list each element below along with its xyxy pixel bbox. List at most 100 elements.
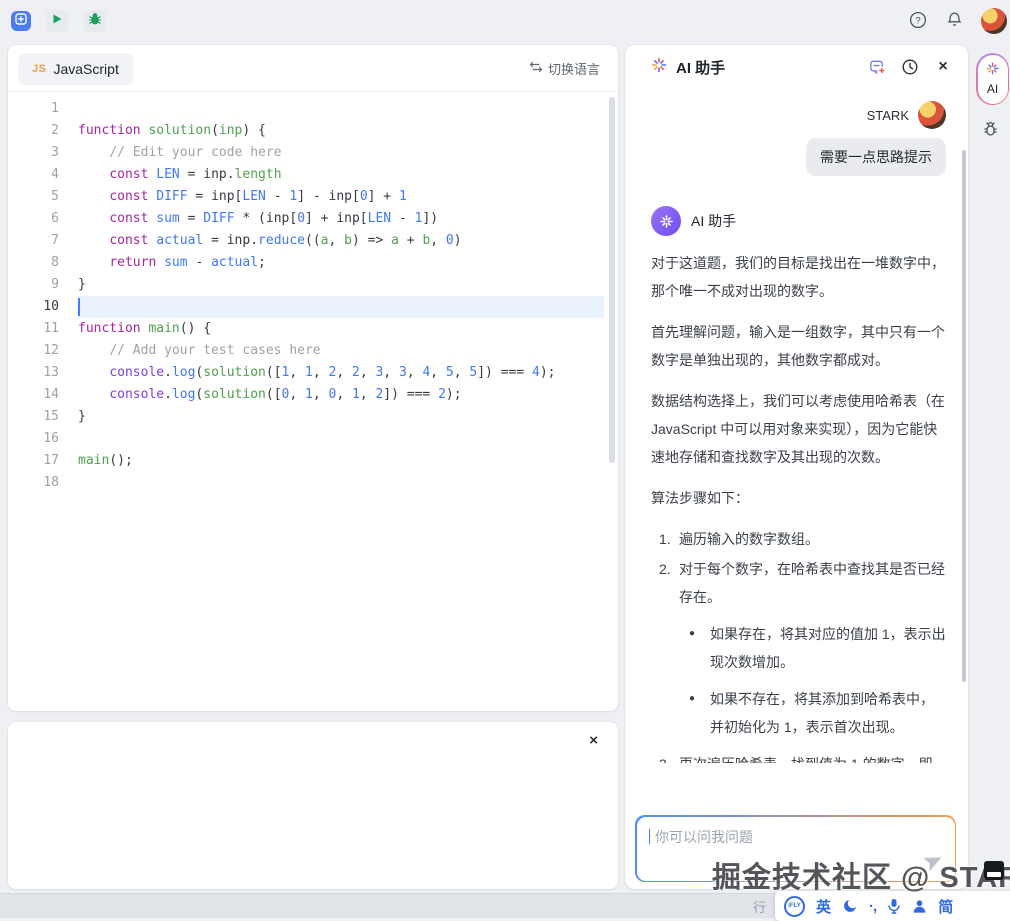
code-line[interactable]: 2function solution(inp) {: [8, 120, 618, 142]
line-number[interactable]: 18: [8, 472, 59, 494]
line-number[interactable]: 10: [8, 296, 59, 318]
ai-name: AI 助手: [691, 211, 736, 231]
screen-capture-icon[interactable]: [984, 861, 1004, 880]
code-line[interactable]: 1: [8, 98, 618, 120]
new-chat-icon[interactable]: [868, 58, 886, 76]
line-number[interactable]: 1: [8, 98, 59, 120]
ai-ordered-list: 1.遍历输入的数字数组。2.对于每个数字，在哈希表中查找其是否已经存在。●如果存…: [651, 525, 946, 763]
ifly-logo-icon[interactable]: iFLY: [784, 896, 805, 917]
tab-javascript[interactable]: JS JavaScript: [18, 53, 133, 85]
code-line[interactable]: 13 console.log(solution([1, 1, 2, 2, 3, …: [8, 362, 618, 384]
line-number[interactable]: 4: [8, 164, 59, 186]
user-icon[interactable]: [912, 899, 927, 914]
chat-input-placeholder: 你可以问我问题: [655, 829, 753, 845]
code-content: const actual = inp.reduce((a, b) => a + …: [78, 230, 604, 252]
line-number[interactable]: 13: [8, 362, 59, 384]
line-number[interactable]: 16: [8, 428, 59, 450]
code-line[interactable]: 18: [8, 472, 618, 494]
code-line[interactable]: 8 return sum - actual;: [8, 252, 618, 274]
ai-blocks: 对于这道题，我们的目标是找出在一堆数字中，那个唯一不成对出现的数字。首先理解问题…: [651, 249, 946, 763]
ai-paragraph: 算法步骤如下：: [651, 484, 946, 512]
grid-menu-icon[interactable]: [964, 897, 982, 915]
code-line[interactable]: 3 // Edit your code here: [8, 142, 618, 164]
code-content: }: [78, 406, 604, 428]
code-line[interactable]: 15}: [8, 406, 618, 428]
code-content: [78, 296, 604, 318]
code-line[interactable]: 14 console.log(solution([0, 1, 0, 1, 2])…: [8, 384, 618, 406]
tab-label: JavaScript: [53, 61, 118, 77]
code-content: console.log(solution([0, 1, 0, 1, 2]) ==…: [78, 384, 604, 406]
ai-paragraph: 数据结构选择上，我们可以考虑使用哈希表（在 JavaScript 中可以用对象来…: [651, 387, 946, 471]
chat-area: STARK 需要一点思路提示 AI 助手 对于这道题，我们的目标是找出在一堆数字…: [625, 89, 962, 763]
code-editor-panel: JS JavaScript 切换语言 12function solution(i…: [8, 45, 618, 711]
code-line[interactable]: 12 // Add your test cases here: [8, 340, 618, 362]
code-line[interactable]: 17main();: [8, 450, 618, 472]
line-number[interactable]: 2: [8, 120, 59, 142]
play-icon: [51, 12, 63, 30]
user-message-avatar[interactable]: [918, 101, 946, 129]
help-button[interactable]: ?: [908, 12, 928, 32]
code-content: // Edit your code here: [78, 142, 604, 164]
switch-language-button[interactable]: 切换语言: [529, 59, 600, 78]
user-avatar[interactable]: [981, 8, 1007, 34]
notifications-button[interactable]: [944, 12, 964, 32]
ai-panel-header: AI 助手 ×: [625, 45, 968, 89]
ai-avatar: [651, 206, 681, 236]
code-line[interactable]: 11 function main() {: [8, 318, 618, 340]
punctuation-icon[interactable]: ·,: [869, 898, 876, 915]
line-number[interactable]: 3: [8, 142, 59, 164]
ai-paragraph: 对于这道题，我们的目标是找出在一堆数字中，那个唯一不成对出现的数字。: [651, 249, 946, 305]
english-mode-icon[interactable]: 英: [816, 896, 831, 917]
run-button[interactable]: [46, 10, 68, 32]
code-line[interactable]: 7 const actual = inp.reduce((a, b) => a …: [8, 230, 618, 252]
code-line[interactable]: 5 const DIFF = inp[LEN - 1] - inp[0] + 1: [8, 186, 618, 208]
editor-vertical-scrollbar[interactable]: [609, 97, 615, 463]
question-icon: ?: [909, 11, 927, 34]
ai-assistant-rail-button[interactable]: AI: [976, 53, 1009, 105]
microphone-icon[interactable]: [887, 898, 901, 914]
text-cursor: [78, 298, 80, 316]
code-line[interactable]: 10: [8, 296, 618, 318]
watermark: 掘金技术社区 @ STARK: [712, 854, 1010, 896]
code-line[interactable]: 6 const sum = DIFF * (inp[0] + inp[LEN -…: [8, 208, 618, 230]
code-line[interactable]: 16: [8, 428, 618, 450]
line-number[interactable]: 7: [8, 230, 59, 252]
line-number[interactable]: 12: [8, 340, 59, 362]
list-sub-item: ●如果存在，将其对应的值加 1，表示出现次数增加。: [651, 620, 946, 676]
sparkle-icon: [651, 57, 667, 78]
debug-button[interactable]: [84, 10, 106, 32]
code-content: function main() {: [78, 318, 604, 340]
code-content: console.log(solution([1, 1, 2, 2, 3, 3, …: [78, 362, 604, 384]
simplified-chinese-icon[interactable]: 简: [938, 896, 953, 917]
line-number[interactable]: 9: [8, 274, 59, 296]
code-content: // Add your test cases here: [78, 340, 604, 362]
line-number[interactable]: 6: [8, 208, 59, 230]
svg-text:?: ?: [915, 15, 920, 26]
code-line[interactable]: 4 const LEN = inp.length: [8, 164, 618, 186]
line-number[interactable]: 8: [8, 252, 59, 274]
console-close-button[interactable]: ×: [589, 732, 598, 749]
code-line[interactable]: 9}: [8, 274, 618, 296]
text-cursor: [649, 829, 650, 844]
debug-rail-button[interactable]: [981, 120, 1000, 144]
line-number[interactable]: 14: [8, 384, 59, 406]
line-number[interactable]: 15: [8, 406, 59, 428]
new-file-button[interactable]: [11, 11, 31, 31]
chat-scrollbar[interactable]: [962, 150, 966, 682]
history-icon[interactable]: [901, 58, 919, 76]
line-number[interactable]: 11: [8, 318, 59, 340]
ai-paragraph: 首先理解问题，输入是一组数字，其中只有一个数字是单独出现的，其他数字都成对。: [651, 318, 946, 374]
dark-mode-moon-icon[interactable]: [842, 898, 858, 914]
bell-icon: [946, 11, 963, 33]
switch-language-label: 切换语言: [548, 59, 600, 78]
status-line-label: 行: [753, 897, 766, 916]
editor-tab-bar: JS JavaScript 切换语言: [8, 45, 618, 92]
close-panel-icon[interactable]: ×: [934, 58, 952, 76]
line-number[interactable]: 17: [8, 450, 59, 472]
list-item: 1.遍历输入的数字数组。: [651, 525, 946, 553]
user-message: STARK 需要一点思路提示: [651, 101, 946, 176]
line-number[interactable]: 5: [8, 186, 59, 208]
user-name: STARK: [867, 108, 909, 123]
js-language-icon: JS: [32, 63, 46, 75]
code-content: const LEN = inp.length: [78, 164, 604, 186]
